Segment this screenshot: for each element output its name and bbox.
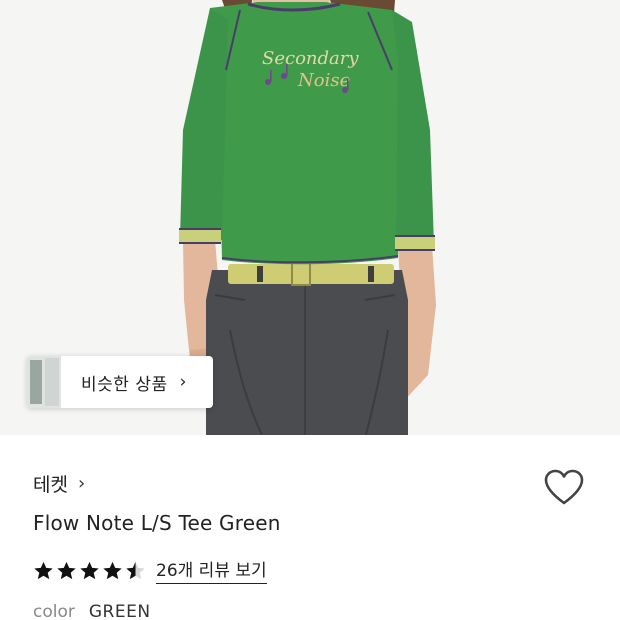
brand-name: 테켓 <box>33 474 68 496</box>
shirt-print-line2: Noise <box>297 70 350 91</box>
star-icon <box>34 561 53 579</box>
brand-link[interactable]: 테켓 › <box>33 470 85 497</box>
product-image[interactable]: Secondary Noise 비슷한 상품 › <box>0 0 620 435</box>
similar-products-label: 비슷한 상품 <box>81 374 168 395</box>
similar-products-button[interactable]: 비슷한 상품 › <box>27 356 213 408</box>
product-title: Flow Note L/S Tee Green <box>33 511 281 535</box>
chevron-right-icon: › <box>179 372 187 392</box>
star-icon <box>80 561 99 579</box>
star-icon <box>103 561 122 579</box>
color-value: GREEN <box>88 602 151 620</box>
review-link[interactable]: 26개 리뷰 보기 <box>156 556 267 584</box>
similar-products-thumbnail <box>27 356 61 408</box>
star-icon <box>126 561 145 579</box>
rating-stars <box>33 560 148 581</box>
chevron-right-icon: › <box>77 473 86 494</box>
rating-row: 26개 리뷰 보기 <box>33 556 267 584</box>
heart-outline-icon[interactable] <box>543 468 585 508</box>
color-label: color <box>33 602 75 620</box>
star-icon <box>57 561 76 579</box>
color-option-row: color GREEN <box>33 602 151 620</box>
shirt-print-line1: Secondary <box>262 48 359 69</box>
